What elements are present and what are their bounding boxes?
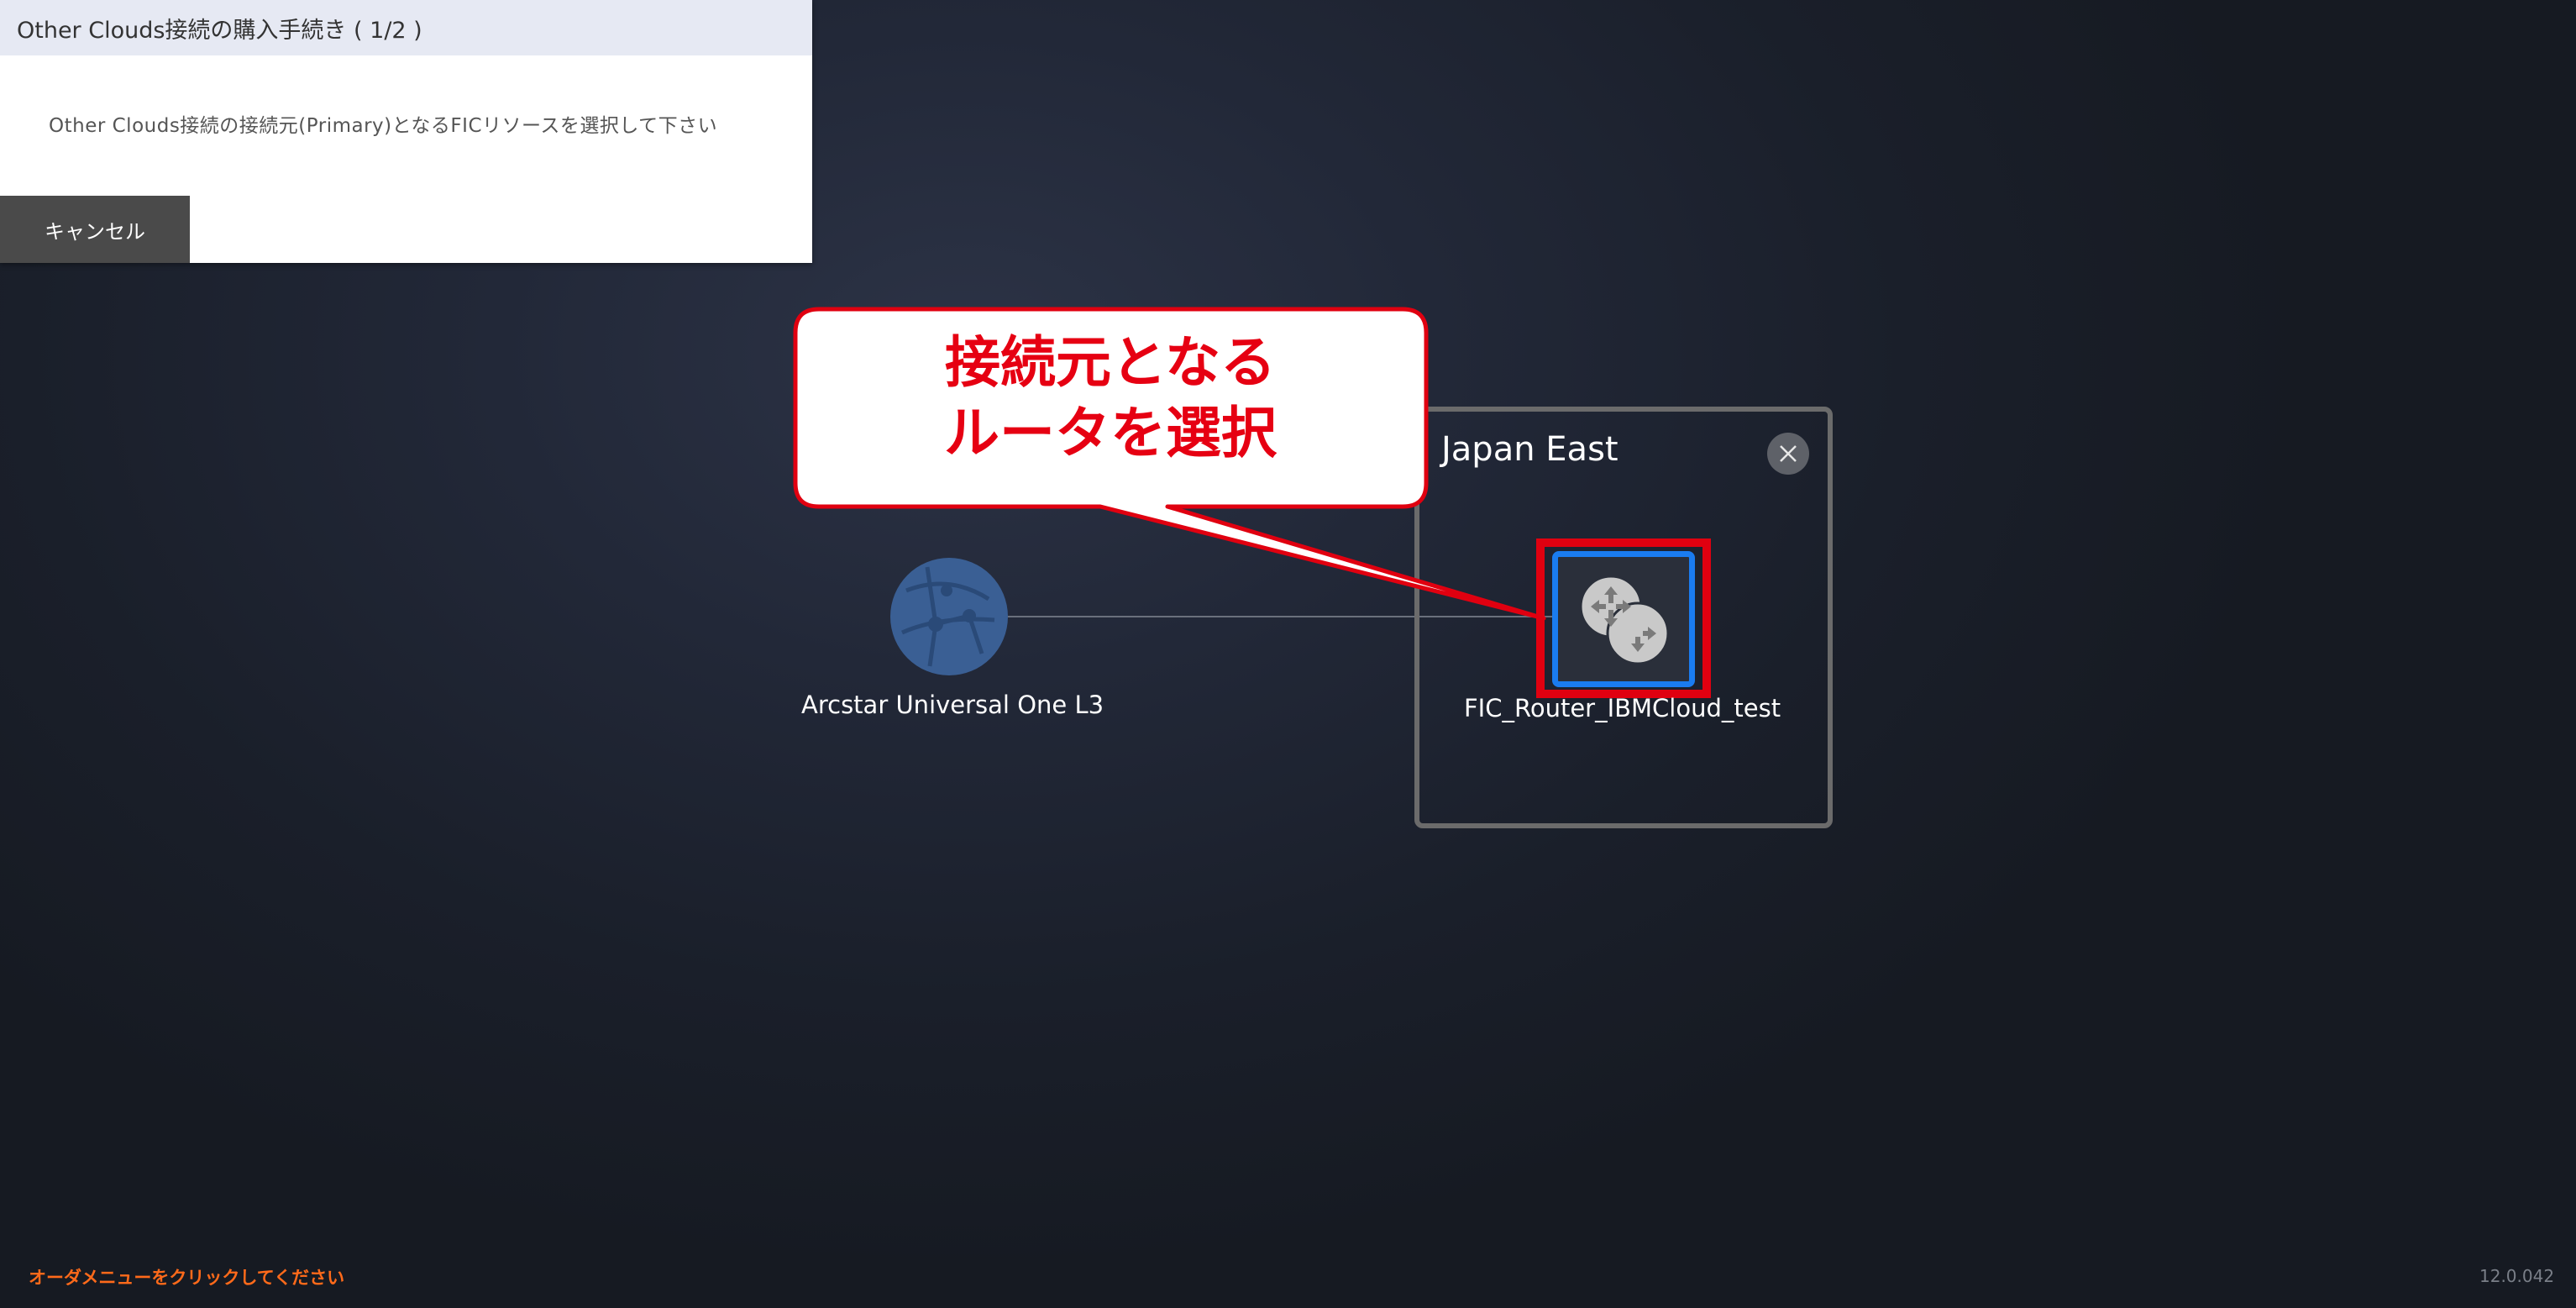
callout-line-1: 接続元となる — [944, 330, 1277, 395]
callout-text: 接続元となる ルータを選択 — [800, 328, 1421, 469]
version-label: 12.0.042 — [2479, 1266, 2555, 1286]
callout-line-2: ルータを選択 — [944, 401, 1277, 465]
order-menu-hint: オーダメニューをクリックしてください — [29, 1268, 345, 1288]
callout-bubble — [793, 307, 1546, 621]
